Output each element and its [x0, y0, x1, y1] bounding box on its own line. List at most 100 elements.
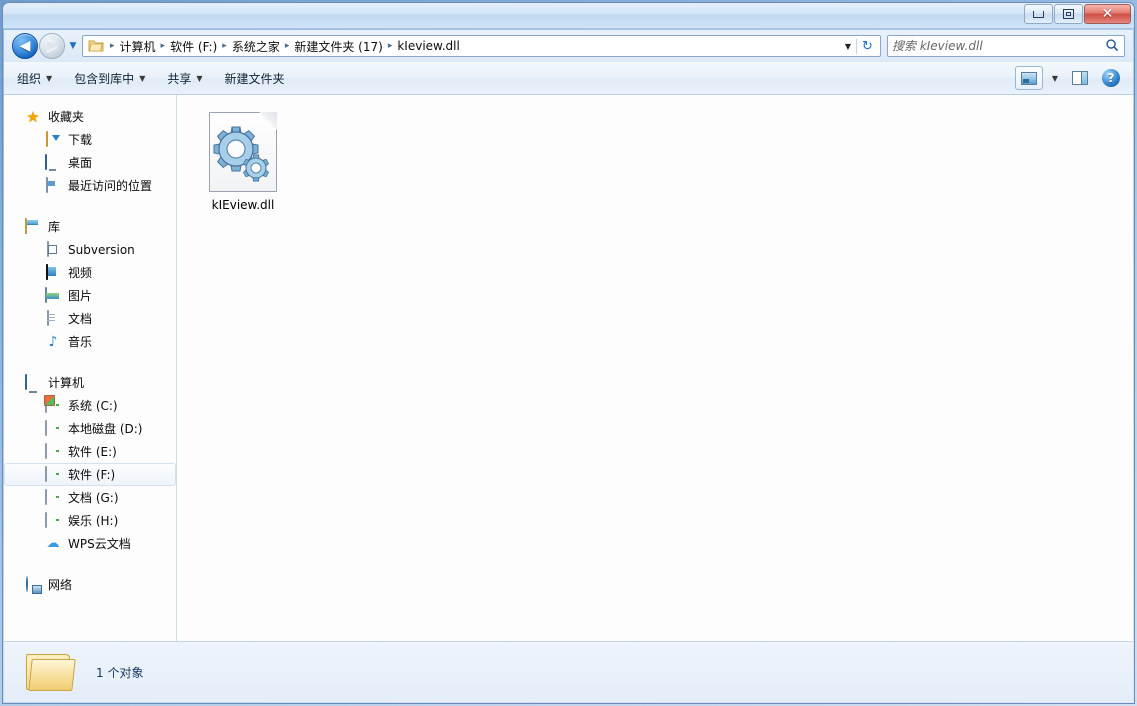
include-in-library-button[interactable]: 包含到库中 ▼	[65, 66, 154, 91]
new-folder-button[interactable]: 新建文件夹	[216, 66, 294, 91]
refresh-button[interactable]: ↻	[856, 38, 878, 54]
sidebar-item-subversion[interactable]: Subversion	[4, 238, 176, 261]
sidebar-item-label: 计算机	[48, 376, 85, 390]
minimize-button[interactable]	[1024, 4, 1053, 24]
view-dropdown-button[interactable]: ▼	[1047, 66, 1063, 90]
sidebar-item-label: 网络	[48, 578, 73, 592]
sidebar-item-label: 本地磁盘 (D:)	[68, 422, 143, 436]
sidebar-item-label: 桌面	[68, 156, 93, 170]
breadcrumb-item-current[interactable]: kIeview.dll	[394, 38, 463, 54]
nav-group-computer: 计算机 系统 (C:) 本地磁盘 (D:) 软件 (E:) 软件 (F:) 文档…	[4, 371, 176, 555]
search-input[interactable]	[892, 39, 1107, 53]
recent-places-icon	[45, 176, 61, 194]
video-icon	[45, 263, 61, 281]
window-controls: ✕	[1024, 4, 1131, 24]
nav-group-libraries: 库 Subversion 视频 图片 文档 ♪ 音乐	[4, 215, 176, 353]
folder-icon	[24, 650, 76, 694]
downloads-icon	[45, 130, 61, 148]
forward-arrow-icon: ▶	[46, 38, 58, 54]
sidebar-item-drive-c[interactable]: 系统 (C:)	[4, 394, 176, 417]
sidebar-item-network[interactable]: 网络	[4, 573, 176, 596]
sidebar-item-desktop[interactable]: 桌面	[4, 151, 176, 174]
close-button[interactable]: ✕	[1084, 4, 1131, 24]
drive-icon	[45, 465, 61, 483]
back-button[interactable]: ◀	[12, 33, 38, 59]
recent-pages-button[interactable]: ▼	[66, 41, 80, 51]
chevron-down-icon: ▼	[46, 73, 53, 83]
sidebar-item-music[interactable]: ♪ 音乐	[4, 330, 176, 353]
share-button[interactable]: 共享 ▼	[158, 66, 211, 91]
sidebar-item-favorites[interactable]: ★ 收藏夹	[4, 105, 176, 128]
nav-buttons: ◀ ▶ ▼	[4, 33, 80, 59]
breadcrumb-separator: ▸	[160, 41, 166, 51]
network-icon	[25, 575, 41, 593]
sidebar-item-drive-h[interactable]: 娱乐 (H:)	[4, 509, 176, 532]
help-icon: ?	[1102, 69, 1120, 87]
maximize-button[interactable]	[1054, 4, 1083, 24]
organize-button[interactable]: 组织 ▼	[8, 66, 61, 91]
chevron-down-icon: ▼	[196, 73, 203, 83]
sidebar-item-label: Subversion	[68, 242, 135, 257]
sidebar-item-drive-f[interactable]: 软件 (F:)	[4, 463, 176, 486]
sidebar-item-wps-cloud[interactable]: ☁ WPS云文档	[4, 532, 176, 555]
search-icon	[1103, 35, 1124, 56]
drive-icon	[45, 511, 61, 529]
sidebar-item-label: 最近访问的位置	[68, 179, 153, 193]
sidebar-item-drive-g[interactable]: 文档 (G:)	[4, 486, 176, 509]
drive-icon	[45, 419, 61, 437]
file-item[interactable]: kIEview.dll	[191, 107, 295, 217]
preview-pane-button[interactable]	[1067, 66, 1093, 90]
item-count-label: 1 个对象	[96, 665, 144, 680]
include-in-library-label: 包含到库中	[74, 71, 135, 86]
sidebar-item-pictures[interactable]: 图片	[4, 284, 176, 307]
sidebar-item-recent-places[interactable]: 最近访问的位置	[4, 174, 176, 197]
sidebar-item-videos[interactable]: 视频	[4, 261, 176, 284]
file-name-label: kIEview.dll	[211, 198, 275, 212]
title-bar[interactable]: ✕	[3, 3, 1134, 29]
sidebar-item-label: 下载	[68, 133, 93, 147]
pane-right	[1081, 72, 1087, 84]
address-dropdown-icon[interactable]: ▼	[840, 42, 856, 51]
sidebar-item-label: 库	[48, 220, 61, 234]
sidebar-item-label: WPS云文档	[68, 537, 131, 551]
search-box[interactable]	[887, 35, 1125, 57]
star-icon: ★	[26, 107, 40, 126]
folder-front-shape	[28, 659, 76, 691]
sidebar-item-libraries[interactable]: 库	[4, 215, 176, 238]
sidebar-item-documents[interactable]: 文档	[4, 307, 176, 330]
sidebar-item-computer[interactable]: 计算机	[4, 371, 176, 394]
drive-icon	[45, 488, 61, 506]
navigation-bar: ◀ ▶ ▼ ▸ 计算机 ▸ 软件 (F:) ▸ 系统之家 ▸ 新建文件夹 (17…	[4, 30, 1133, 62]
breadcrumb-item-computer[interactable]: 计算机	[117, 37, 159, 56]
sidebar-item-label: 软件 (E:)	[68, 445, 117, 459]
breadcrumb-separator: ▸	[110, 41, 115, 51]
pictures-icon	[45, 286, 61, 304]
breadcrumb-item-newfolder[interactable]: 新建文件夹 (17)	[291, 37, 385, 56]
maximize-icon	[1063, 9, 1074, 19]
address-bar[interactable]: ▸ 计算机 ▸ 软件 (F:) ▸ 系统之家 ▸ 新建文件夹 (17) ▸ kI…	[82, 35, 881, 57]
address-folder-icon	[88, 39, 104, 53]
sidebar-item-drive-e[interactable]: 软件 (E:)	[4, 440, 176, 463]
sidebar-item-label: 系统 (C:)	[68, 399, 118, 413]
back-arrow-icon: ◀	[19, 38, 31, 54]
nav-group-network: 网络	[4, 573, 176, 596]
sidebar-item-drive-d[interactable]: 本地磁盘 (D:)	[4, 417, 176, 440]
breadcrumb-separator: ▸	[222, 41, 227, 51]
status-bar: 1 个对象	[4, 641, 1133, 702]
close-icon: ✕	[1101, 6, 1114, 22]
sidebar-item-label: 音乐	[68, 335, 93, 349]
pane-left	[1073, 72, 1081, 84]
breadcrumb-item-drive-f[interactable]: 软件 (F:)	[167, 37, 220, 56]
chevron-down-icon: ▼	[1051, 73, 1058, 83]
drive-icon	[45, 442, 61, 460]
forward-button[interactable]: ▶	[39, 33, 65, 59]
breadcrumb-item-xitongzhijia[interactable]: 系统之家	[229, 37, 283, 56]
documents-icon	[45, 309, 61, 327]
file-list-pane[interactable]: kIEview.dll	[177, 95, 1133, 641]
change-view-button[interactable]	[1014, 66, 1043, 90]
help-button[interactable]: ?	[1097, 66, 1125, 90]
share-label: 共享	[167, 71, 192, 86]
sidebar-item-downloads[interactable]: 下载	[4, 128, 176, 151]
